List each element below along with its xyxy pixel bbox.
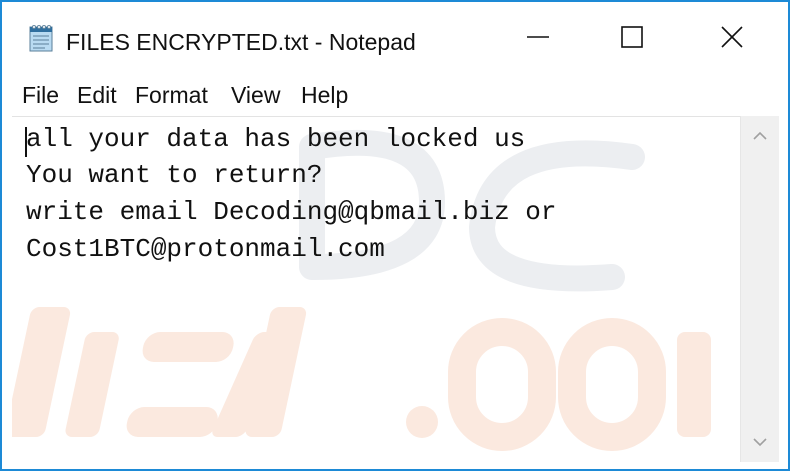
menu-bar: File Edit Format View Help (2, 76, 788, 114)
close-button[interactable] (682, 2, 782, 72)
scroll-up-button[interactable] (741, 118, 779, 154)
menu-file[interactable]: File (22, 81, 59, 109)
menu-edit[interactable]: Edit (77, 81, 117, 109)
close-icon (721, 26, 743, 48)
window-title: FILES ENCRYPTED.txt - Notepad (66, 29, 416, 55)
notepad-window: FILES ENCRYPTED.txt - Notepad File Edit … (0, 0, 790, 471)
text-editor[interactable]: all your data has been locked us You wan… (12, 116, 740, 463)
menu-help[interactable]: Help (301, 81, 348, 109)
maximize-button[interactable] (582, 2, 682, 72)
vertical-scrollbar[interactable] (740, 116, 779, 462)
scroll-down-button[interactable] (741, 424, 779, 460)
chevron-down-icon (753, 438, 767, 447)
minimize-icon (527, 36, 549, 38)
maximize-icon (621, 26, 643, 48)
minimize-button[interactable] (488, 2, 588, 72)
text-line: write email Decoding@qbmail.biz or (26, 197, 557, 227)
notepad-icon (29, 25, 53, 52)
text-line: Cost1BTC@protonmail.com (26, 234, 385, 264)
menu-view[interactable]: View (231, 81, 280, 109)
text-line: all your data has been locked us (26, 124, 526, 154)
title-bar[interactable]: FILES ENCRYPTED.txt - Notepad (2, 2, 788, 72)
menu-format[interactable]: Format (135, 81, 208, 109)
text-line: You want to return? (26, 160, 323, 190)
chevron-up-icon (753, 131, 767, 140)
